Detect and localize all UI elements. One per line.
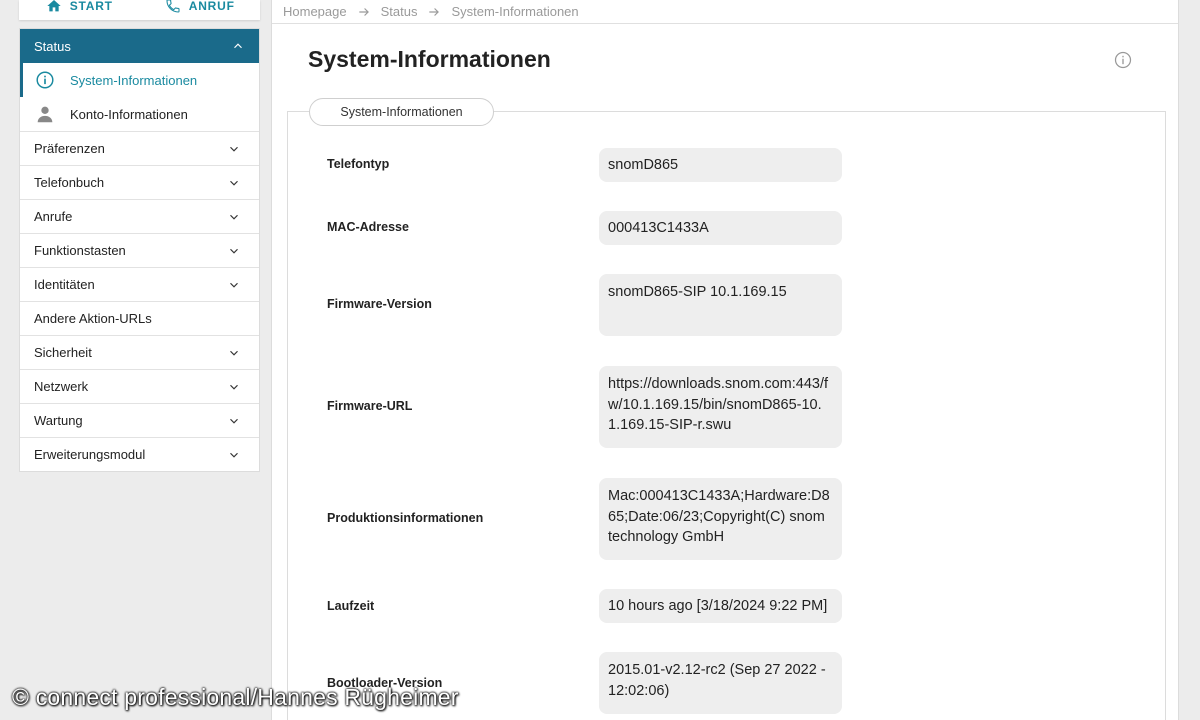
- sidebar-item-andere-aktion-urls[interactable]: Andere Aktion-URLs: [20, 301, 259, 335]
- top-nav: START ANRUF: [19, 0, 260, 20]
- field-value: 000413C1433A: [599, 211, 842, 245]
- chevron-down-icon: [230, 180, 238, 186]
- start-label: START: [69, 0, 113, 13]
- sidebar-item-sicherheit[interactable]: Sicherheit: [20, 335, 259, 369]
- chevron-down-icon: [230, 214, 238, 220]
- breadcrumb-status[interactable]: Status: [381, 4, 418, 19]
- sidebar-item-identitaeten[interactable]: Identitäten: [20, 267, 259, 301]
- info-icon: [36, 71, 54, 89]
- breadcrumb: Homepage Status System-Informationen: [272, 0, 1178, 24]
- sidebar-item-wartung[interactable]: Wartung: [20, 403, 259, 437]
- sidebar-item-label: Konto-Informationen: [70, 106, 188, 122]
- field-value: https://downloads.snom.com:443/fw/10.1.1…: [599, 366, 842, 448]
- field-label: Produktionsinformationen: [327, 511, 484, 525]
- field-label: Telefontyp: [327, 157, 390, 171]
- chevron-down-icon: [230, 418, 238, 424]
- tab-system-informationen[interactable]: System-Informationen: [309, 98, 494, 126]
- main-panel: Homepage Status System-Informationen Sys…: [271, 0, 1179, 720]
- sidebar: Status System-Informationen Konto-Inform…: [19, 28, 260, 472]
- page-title: System-Informationen: [308, 46, 551, 72]
- sidebar-item-funktionstasten[interactable]: Funktionstasten: [20, 233, 259, 267]
- home-icon: [47, 0, 61, 12]
- info-icon: [1114, 51, 1132, 69]
- sidebar-item-label: Wartung: [34, 413, 83, 428]
- sidebar-section-label: Status: [34, 38, 71, 54]
- chevron-down-icon: [230, 146, 238, 152]
- chevron-down-icon: [230, 384, 238, 390]
- sidebar-item-konto-informationen[interactable]: Konto-Informationen: [20, 97, 259, 131]
- sidebar-item-label: System-Informationen: [70, 72, 198, 88]
- sidebar-item-label: Netzwerk: [34, 379, 89, 394]
- chevron-down-icon: [230, 452, 238, 458]
- field-value: snomD865: [599, 148, 842, 182]
- sidebar-item-label: Anrufe: [34, 209, 73, 224]
- field-value: 2015.01-v2.12-rc2 (Sep 27 2022 - 12:02:0…: [599, 652, 842, 714]
- field-value: 10 hours ago [3/18/2024 9:22 PM]: [599, 589, 842, 623]
- sidebar-item-telefonbuch[interactable]: Telefonbuch: [20, 165, 259, 199]
- field-value: Mac:000413C1433A;Hardware:D865;Date:06/2…: [599, 478, 842, 560]
- sidebar-item-label: Identitäten: [34, 277, 95, 292]
- field-label: Firmware-Version: [327, 297, 432, 311]
- phone-icon: [166, 0, 180, 13]
- field-label: Laufzeit: [327, 599, 375, 613]
- chevron-down-icon: [230, 350, 238, 356]
- chevron-down-icon: [230, 248, 238, 254]
- copyright-watermark: © connect professional/Hannes Rügheimer: [12, 684, 459, 710]
- arrow-right-icon: [358, 7, 369, 16]
- sidebar-item-netzwerk[interactable]: Netzwerk: [20, 369, 259, 403]
- call-label: ANRUF: [188, 0, 235, 13]
- field-label: MAC-Adresse: [327, 220, 409, 234]
- sidebar-item-label: Andere Aktion-URLs: [34, 311, 152, 326]
- sidebar-item-system-informationen[interactable]: System-Informationen: [20, 63, 259, 97]
- sidebar-item-anrufe[interactable]: Anrufe: [20, 199, 259, 233]
- sidebar-item-label: Erweiterungsmodul: [34, 447, 146, 462]
- breadcrumb-current: System-Informationen: [451, 4, 579, 19]
- sidebar-item-label: Sicherheit: [34, 345, 92, 360]
- help-info-button[interactable]: [1113, 50, 1133, 70]
- sidebar-item-praeferenzen[interactable]: Präferenzen: [20, 131, 259, 165]
- field-value: snomD865-SIP 10.1.169.15: [599, 274, 842, 336]
- chevron-up-icon: [234, 43, 242, 49]
- sidebar-section-status[interactable]: Status: [20, 29, 259, 63]
- person-icon: [37, 106, 53, 123]
- sidebar-item-label: Präferenzen: [34, 141, 105, 156]
- call-button[interactable]: ANRUF: [140, 0, 261, 16]
- chevron-down-icon: [230, 282, 238, 288]
- sidebar-item-erweiterungsmodul[interactable]: Erweiterungsmodul: [20, 437, 259, 471]
- sidebar-item-label: Telefonbuch: [34, 175, 105, 190]
- sidebar-item-label: Funktionstasten: [34, 243, 126, 258]
- field-label: Firmware-URL: [327, 399, 413, 413]
- breadcrumb-homepage[interactable]: Homepage: [283, 4, 347, 19]
- start-button[interactable]: START: [19, 0, 140, 16]
- arrow-right-icon: [429, 7, 440, 16]
